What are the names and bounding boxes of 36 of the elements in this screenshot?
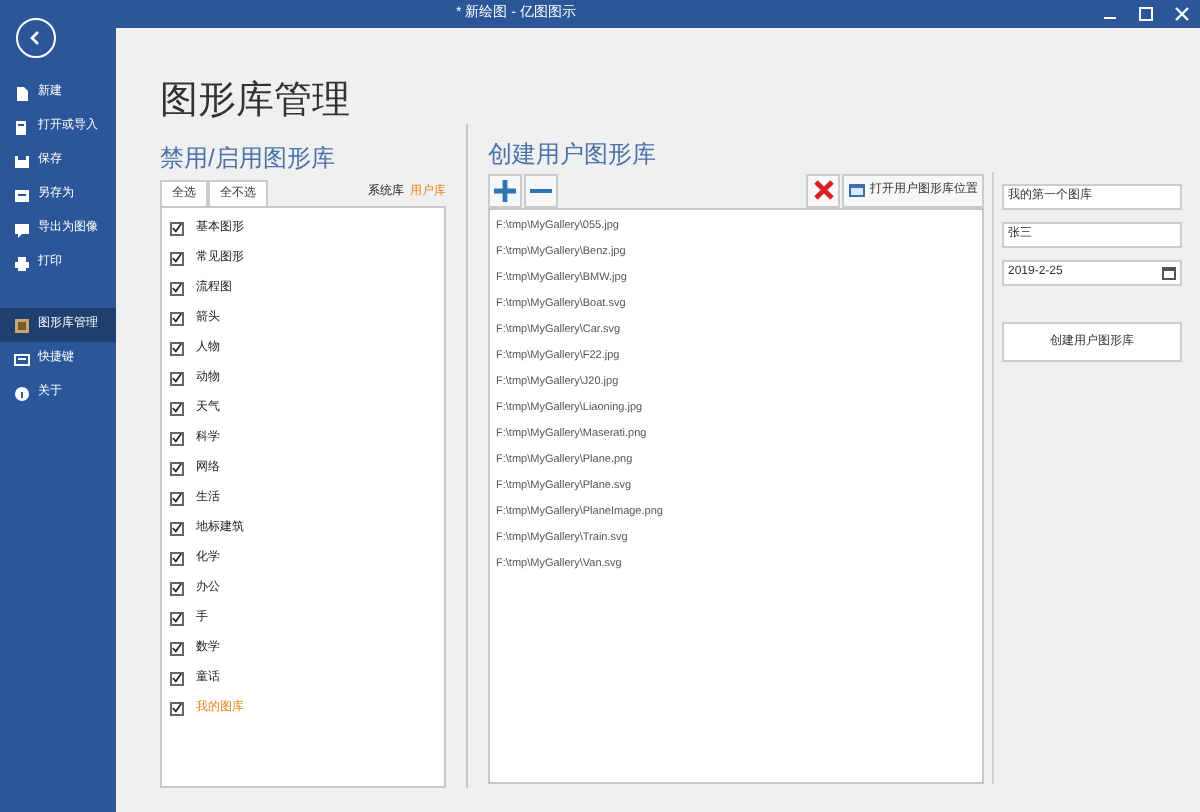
checkbox[interactable] — [170, 551, 184, 565]
checkbox[interactable] — [170, 521, 184, 535]
checkbox[interactable] — [170, 581, 184, 595]
maximize-icon[interactable] — [1138, 6, 1154, 22]
remove-button[interactable] — [524, 173, 558, 207]
checkbox[interactable] — [170, 281, 184, 295]
library-icon — [14, 317, 30, 333]
section-heading: 禁用/启用图形库 — [160, 144, 337, 172]
document-icon — [14, 119, 30, 135]
folder-icon — [848, 182, 866, 198]
add-button[interactable] — [488, 173, 522, 207]
checkbox[interactable] — [170, 611, 184, 625]
checkbox[interactable] — [170, 701, 184, 715]
checkbox[interactable] — [170, 311, 184, 325]
close-icon[interactable] — [1174, 6, 1190, 22]
checkbox[interactable] — [170, 431, 184, 445]
checkbox[interactable] — [170, 221, 184, 235]
document-icon — [14, 85, 30, 101]
checkbox[interactable] — [170, 371, 184, 385]
checkbox[interactable] — [170, 491, 184, 505]
back-button[interactable] — [16, 18, 56, 58]
section-heading: 创建用户图形库 — [488, 140, 658, 168]
close-icon — [813, 180, 833, 200]
checkbox[interactable] — [170, 641, 184, 655]
checkbox[interactable] — [170, 251, 184, 265]
page-title: 图形库管理 — [160, 78, 352, 126]
checkbox[interactable] — [170, 671, 184, 685]
back-icon — [28, 30, 44, 46]
checkbox[interactable] — [170, 341, 184, 355]
checkbox[interactable] — [170, 401, 184, 415]
plus-icon — [494, 179, 516, 201]
checkbox[interactable] — [170, 461, 184, 475]
delete-button[interactable] — [806, 173, 840, 207]
calendar-icon — [1162, 266, 1176, 280]
printer-icon — [14, 255, 30, 271]
info-icon — [14, 385, 30, 401]
